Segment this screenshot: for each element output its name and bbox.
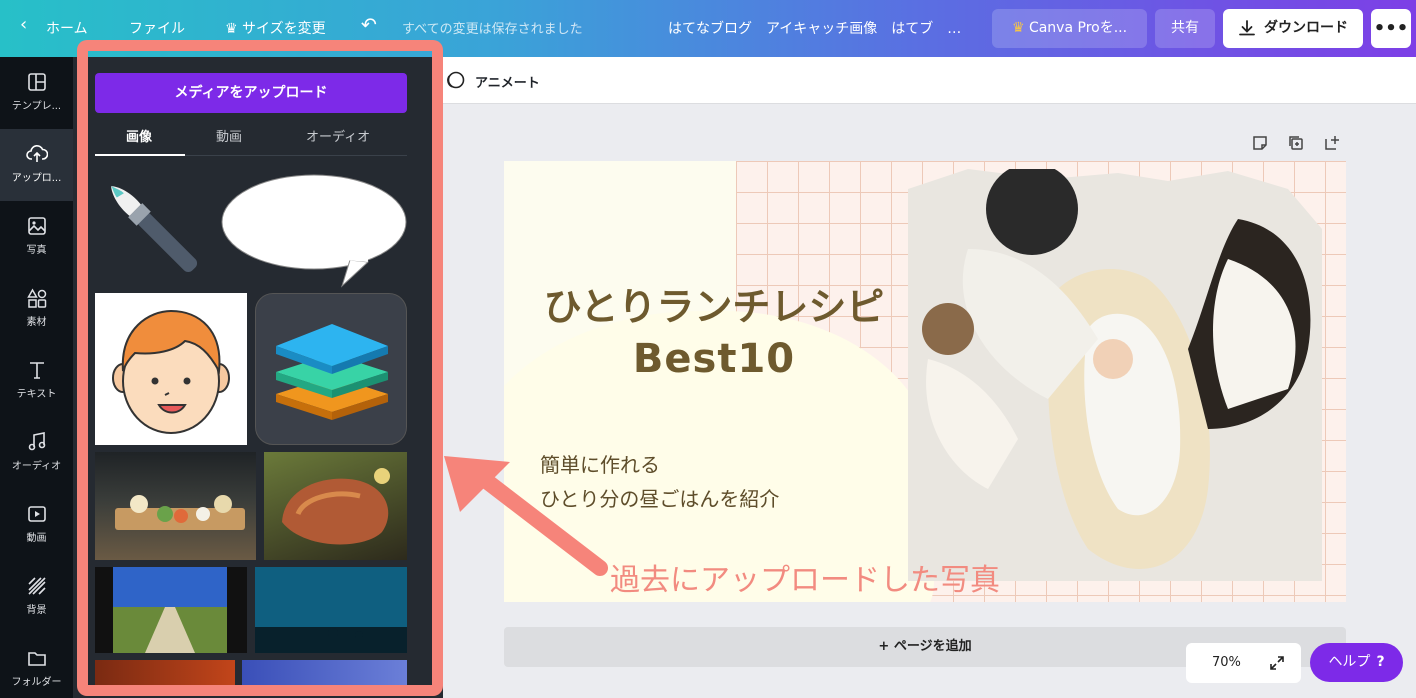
upload-thumb-orange[interactable] bbox=[95, 660, 235, 690]
tab-audio[interactable]: オーディオ bbox=[306, 126, 370, 145]
undo-icon[interactable]: ↶ bbox=[361, 14, 377, 36]
paintbrush-icon bbox=[111, 186, 198, 273]
upload-icon bbox=[25, 145, 48, 162]
steak-photo-icon bbox=[282, 468, 390, 545]
resize-label: サイズを変更 bbox=[242, 21, 326, 37]
help-question-icon: ? bbox=[1376, 654, 1385, 670]
rail-label: 背景 bbox=[26, 605, 47, 616]
save-status: すべての変更は保存されました bbox=[402, 22, 583, 37]
upload-thumb-steak[interactable] bbox=[264, 452, 407, 560]
tab-videos[interactable]: 動画 bbox=[216, 126, 242, 145]
rail-item-photos[interactable]: 写真 bbox=[0, 201, 73, 273]
zoom-level[interactable]: 70% bbox=[1212, 655, 1241, 670]
upload-thumb-brush[interactable] bbox=[95, 170, 215, 288]
fullscreen-icon[interactable] bbox=[1268, 654, 1286, 672]
annotation-label: 過去にアップロードした写真 bbox=[610, 563, 1000, 598]
tab-images[interactable]: 画像 bbox=[126, 126, 152, 145]
help-label: ヘルプ bbox=[1328, 654, 1371, 670]
upload-thumb-blue[interactable] bbox=[242, 660, 407, 690]
duplicate-page-icon[interactable] bbox=[1287, 134, 1305, 152]
background-icon bbox=[27, 577, 46, 595]
rail-label: アップロ... bbox=[11, 173, 62, 184]
upload-thumb-face[interactable] bbox=[95, 293, 247, 445]
rail-label: テキスト bbox=[16, 389, 57, 400]
rail-item-elements[interactable]: 素材 bbox=[0, 273, 73, 345]
note-icon[interactable] bbox=[1251, 134, 1269, 152]
elements-icon bbox=[26, 288, 46, 308]
rail-item-text[interactable]: テキスト bbox=[0, 345, 73, 417]
layers-icon bbox=[276, 324, 388, 420]
animate-toolbar bbox=[443, 57, 1416, 104]
annotation-arrow bbox=[444, 456, 608, 576]
upload-thumb-sky-path[interactable] bbox=[95, 567, 247, 653]
cartoon-face-icon bbox=[112, 309, 230, 434]
home-link[interactable]: ホーム bbox=[46, 18, 88, 38]
rail-item-templates[interactable]: テンプレ... bbox=[0, 57, 73, 129]
rail-label: 素材 bbox=[26, 317, 47, 328]
template-icon bbox=[27, 73, 46, 91]
animate-icon[interactable] bbox=[445, 70, 467, 90]
file-menu[interactable]: ファイル bbox=[129, 18, 185, 38]
download-icon bbox=[1239, 20, 1255, 36]
video-icon bbox=[27, 506, 46, 522]
family-photo-image bbox=[908, 169, 1322, 581]
folder-icon bbox=[27, 652, 46, 666]
zoom-control[interactable]: 70% bbox=[1186, 643, 1301, 683]
animate-button[interactable]: アニメート bbox=[475, 72, 540, 91]
rail-label: テンプレ... bbox=[11, 101, 62, 112]
help-button[interactable]: ヘルプ? bbox=[1310, 643, 1403, 682]
document-title[interactable]: はてなブログ アイキャッチ画像 はてブ … bbox=[668, 18, 961, 38]
top-bar: ‹ ホーム ファイル ♛ サイズを変更 ↶ すべての変更は保存されました はてな… bbox=[0, 0, 1416, 57]
upload-thumb-layers[interactable] bbox=[255, 293, 407, 445]
family-photo[interactable] bbox=[908, 169, 1322, 581]
rail-label: 写真 bbox=[26, 245, 47, 256]
canva-pro-button[interactable]: ♛ Canva Proを... bbox=[992, 9, 1147, 48]
tab-active-indicator bbox=[95, 154, 185, 156]
rail-item-uploads[interactable]: アップロ... bbox=[0, 129, 73, 201]
download-label: ダウンロード bbox=[1264, 20, 1348, 36]
rail-label: オーディオ bbox=[11, 461, 62, 472]
design-title-sub[interactable]: Best10 bbox=[504, 336, 924, 382]
audio-icon bbox=[28, 432, 45, 451]
rail-item-background[interactable]: 背景 bbox=[0, 561, 73, 633]
design-canvas[interactable]: ひとりランチレシピ Best10 簡単に作れる ひとり分の昼ごはんを紹介 bbox=[504, 161, 1346, 602]
aquarium-photo-icon bbox=[255, 567, 407, 653]
upload-thumb-speech-bubble[interactable] bbox=[220, 172, 408, 290]
more-options-button[interactable]: ••• bbox=[1371, 9, 1411, 48]
crown-icon: ♛ bbox=[1011, 20, 1025, 36]
rail-label: フォルダー bbox=[11, 677, 62, 688]
rail-item-audio[interactable]: オーディオ bbox=[0, 417, 73, 489]
upload-thumb-food-board[interactable] bbox=[95, 452, 256, 560]
speech-bubble-icon bbox=[221, 174, 407, 288]
rail-item-folders[interactable]: フォルダー bbox=[0, 633, 73, 698]
upload-media-button[interactable]: メディアをアップロード bbox=[95, 73, 407, 113]
photo-icon bbox=[27, 217, 46, 235]
add-page-icon[interactable] bbox=[1323, 134, 1341, 152]
food-photo-icon bbox=[115, 495, 245, 530]
landscape-photo-icon bbox=[113, 567, 227, 653]
share-button[interactable]: 共有 bbox=[1155, 9, 1215, 48]
rail-item-video[interactable]: 動画 bbox=[0, 489, 73, 561]
canva-pro-label: Canva Proを... bbox=[1028, 20, 1128, 36]
left-rail: テンプレ... アップロ... 写真 素材 テキスト オーディオ 動画 背景 フ… bbox=[0, 57, 73, 698]
design-title[interactable]: ひとりランチレシピ bbox=[504, 276, 924, 331]
download-button[interactable]: ダウンロード bbox=[1223, 9, 1363, 48]
crown-icon: ♛ bbox=[225, 21, 238, 37]
rail-label: 動画 bbox=[26, 533, 47, 544]
text-icon bbox=[29, 362, 44, 379]
back-chevron-icon[interactable]: ‹ bbox=[20, 14, 27, 35]
resize-button[interactable]: ♛ サイズを変更 bbox=[225, 18, 326, 38]
upload-thumb-aquarium[interactable] bbox=[255, 567, 407, 653]
